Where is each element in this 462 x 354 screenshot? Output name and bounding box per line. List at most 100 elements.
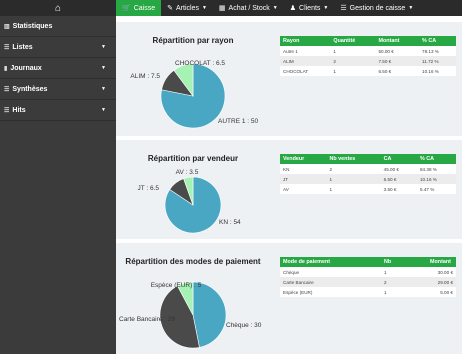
chevron-down-icon: ▼ [201, 5, 207, 11]
table-panel-paiement: Mode de paiement Nb Montant Chèque 1 30.… [270, 243, 462, 354]
pie-chart-rayon: AUTRE 1 : 50 ALIM : 7.5 CHOCOLAT : 6.5 [130, 60, 258, 129]
sidebar-item-label: Journaux [10, 64, 42, 72]
user-icon: ♟ [289, 5, 297, 12]
sidebar-item-journaux[interactable]: ▮ Journaux ▼ [0, 58, 116, 79]
column-header[interactable]: Montant [375, 36, 420, 46]
slice-label: Carte Bancaire : 29 [119, 316, 175, 323]
table-row: Carte Bancaire 2 29.00 € [280, 277, 456, 287]
chart-icon: ▥ [4, 23, 10, 30]
chevron-down-icon: ▼ [101, 44, 106, 50]
pie-chart-vendeur: KN : 54 JT : 6.5 AV : 3.5 [137, 169, 241, 234]
slice-label: JT : 6.5 [137, 185, 159, 192]
table-cell: 2 [381, 277, 427, 287]
table-cell: 6.50 € [375, 66, 420, 76]
sidebar-item-hits[interactable]: ☰ Hits ▼ [0, 100, 116, 121]
table-row: Autre 1 1 50.00 € 78.13 % [280, 46, 456, 56]
sidebar-item-label: Listes [12, 43, 33, 51]
slice-label: CHOCOLAT : 6.5 [175, 60, 225, 67]
sidebar: ▥ Statistiques ☰ Listes ▼ ▮ Journaux ▼ ☰… [0, 16, 116, 354]
table-cell: 5.00 € [427, 287, 456, 297]
menu-caisse[interactable]: 🛒 Caisse [116, 0, 162, 16]
table-cell: KN [280, 164, 327, 174]
table-cell: Chèque [280, 267, 381, 277]
table-row: AV 1 3.50 € 5.47 % [280, 184, 456, 194]
home-button[interactable]: ⌂ [0, 0, 116, 16]
menu-clients[interactable]: ♟ Clients ▼ [284, 0, 335, 16]
table-cell: Espèce (EUR) [280, 287, 381, 297]
table-cell: Carte Bancaire [280, 277, 381, 287]
column-header[interactable]: CA [380, 154, 417, 164]
table-vendeur: Vendeur Nb ventes CA % CA KN 2 45.00 € 8… [280, 154, 456, 194]
table-cell: 2 [330, 56, 376, 66]
table-cell: 1 [326, 184, 381, 194]
table-row: JT 1 6.50 € 10.16 % [280, 174, 456, 184]
column-header[interactable]: Mode de paiement [280, 257, 381, 267]
menu-articles[interactable]: ✎ Articles ▼ [161, 0, 213, 16]
table-cell: JT [280, 174, 327, 184]
table-cell: 1 [326, 174, 381, 184]
column-header[interactable]: Vendeur [280, 154, 327, 164]
sidebar-item-label: Hits [12, 106, 26, 114]
main-menu: 🛒 Caisse ✎ Articles ▼ ▦ Achat / Stock ▼ … [116, 0, 419, 16]
table-row: Chèque 1 30.00 € [280, 267, 456, 277]
table-cell: 6.50 € [380, 174, 417, 184]
chevron-down-icon: ▼ [323, 5, 329, 11]
sidebar-item-label: Synthèses [12, 85, 48, 93]
list-icon: ☰ [4, 86, 10, 93]
table-row: Espèce (EUR) 1 5.00 € [280, 287, 456, 297]
table-panel-rayon: Rayon Quantité Montant % CA Autre 1 1 50… [270, 22, 462, 136]
list-icon: ☰ [340, 5, 347, 12]
sidebar-item-syntheses[interactable]: ☰ Synthèses ▼ [0, 79, 116, 100]
table-cell: Autre 1 [280, 46, 331, 56]
menu-gestion-caisse-label: Gestion de caisse [349, 4, 406, 12]
table-cell: 45.00 € [380, 164, 417, 174]
table-cell: 7.50 € [375, 56, 420, 66]
sidebar-item-listes[interactable]: ☰ Listes ▼ [0, 37, 116, 58]
table-cell: 10.16 % [419, 66, 456, 76]
column-header[interactable]: Nb ventes [326, 154, 381, 164]
column-header[interactable]: % CA [417, 154, 456, 164]
menu-clients-label: Clients [299, 4, 321, 12]
sidebar-item-label: Statistiques [12, 22, 53, 30]
chevron-down-icon: ▼ [408, 5, 414, 11]
table-cell: 1 [330, 66, 376, 76]
chevron-down-icon: ▼ [101, 107, 106, 113]
grid-icon: ▦ [218, 5, 226, 12]
table-cell: 50.00 € [375, 46, 420, 56]
slice-label: KN : 54 [219, 219, 241, 226]
table-cell: 30.00 € [427, 267, 456, 277]
tag-icon: ✎ [167, 5, 173, 12]
table-cell: 5.47 % [417, 184, 456, 194]
pie-slice-ch-que[interactable] [192, 281, 227, 348]
menu-achat-stock[interactable]: ▦ Achat / Stock ▼ [213, 0, 284, 16]
slice-label: AUTRE 1 : 50 [218, 118, 258, 125]
table-cell: CHOCOLAT [280, 66, 331, 76]
menu-achat-stock-label: Achat / Stock [228, 4, 270, 12]
table-paiement: Mode de paiement Nb Montant Chèque 1 30.… [280, 257, 456, 297]
table-cell: 2 [326, 164, 381, 174]
column-header[interactable]: Montant [427, 257, 456, 267]
menu-caisse-label: Caisse [133, 4, 156, 12]
table-rayon: Rayon Quantité Montant % CA Autre 1 1 50… [280, 36, 456, 76]
home-icon: ⌂ [54, 2, 62, 14]
table-row: KN 2 45.00 € 84.38 % [280, 164, 456, 174]
list-icon: ☰ [4, 107, 10, 114]
table-cell: 1 [381, 267, 427, 277]
chevron-down-icon: ▼ [272, 5, 278, 11]
table-cell: 29.00 € [427, 277, 456, 287]
cart-icon: 🛒 [122, 5, 131, 12]
table-cell: 11.72 % [419, 56, 456, 66]
slice-label: Chèque : 30 [226, 322, 262, 329]
column-header[interactable]: Quantité [330, 36, 376, 46]
column-header[interactable]: % CA [419, 36, 456, 46]
slice-label: Espèce (EUR) : 5 [151, 282, 202, 289]
sidebar-item-statistiques[interactable]: ▥ Statistiques [0, 16, 116, 37]
chart-panel-paiement: Répartition des modes de paiement Chèque… [116, 243, 270, 354]
column-header[interactable]: Rayon [280, 36, 331, 46]
slice-label: ALIM : 7.5 [130, 73, 160, 80]
table-cell: 78.13 % [419, 46, 456, 56]
chart-panel-vendeur: Répartition par vendeur KN : 54 JT : 6.5… [116, 140, 270, 239]
column-header[interactable]: Nb [381, 257, 427, 267]
menu-gestion-caisse[interactable]: ☰ Gestion de caisse ▼ [334, 0, 419, 16]
table-row: ALIM 2 7.50 € 11.72 % [280, 56, 456, 66]
